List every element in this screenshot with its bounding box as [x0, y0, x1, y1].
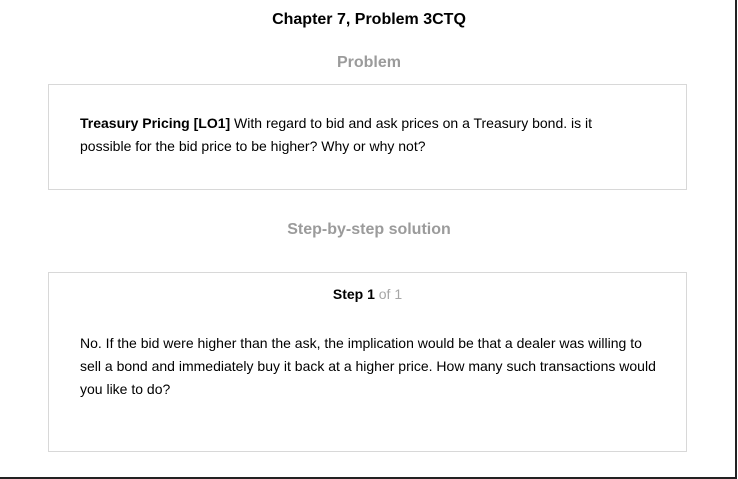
step-count: of 1: [374, 286, 403, 302]
solution-heading: Step-by-step solution: [287, 221, 451, 238]
problem-heading: Problem: [336, 54, 401, 71]
problem-card: Treasury Pricing [LO1] With regard to bi…: [48, 84, 687, 190]
solution-body: No. If the bid were higher than the ask,…: [80, 335, 656, 397]
step-label: Step 1: [332, 286, 375, 302]
problem-statement: Treasury Pricing [LO1] With regard to bi…: [80, 112, 640, 158]
problem-lead: Treasury Pricing [LO1]: [80, 115, 231, 131]
solution-card: Step 1 of 1 No. If the bid were higher t…: [48, 272, 687, 452]
step-indicator: Step 1 of 1: [49, 286, 686, 302]
page-title: Chapter 7, Problem 3CTQ: [272, 11, 466, 28]
